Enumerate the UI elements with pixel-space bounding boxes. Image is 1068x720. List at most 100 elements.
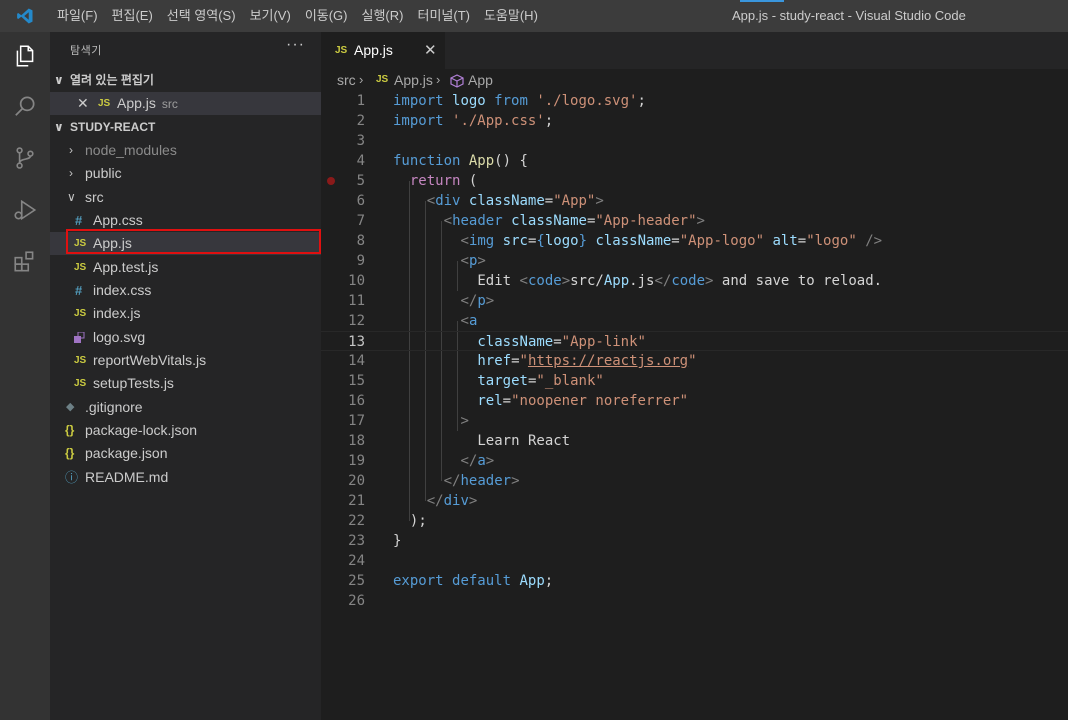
line-number: 18	[348, 433, 365, 449]
line-number: 2	[356, 113, 365, 129]
source-control-icon[interactable]	[0, 134, 50, 182]
code-text: </a>	[460, 453, 495, 469]
line-number: 9	[356, 253, 365, 269]
code-line[interactable]: 7 <header className="App-header">	[321, 211, 1068, 231]
code-text: <a	[460, 313, 478, 329]
js-file-icon: JS	[74, 262, 87, 273]
line-number: 8	[356, 233, 365, 249]
code-line[interactable]: 3	[321, 131, 1068, 151]
highlight-box	[66, 229, 321, 254]
code-line[interactable]: 1 import logo from './logo.svg';	[321, 91, 1068, 111]
breadcrumb-src[interactable]: src	[337, 69, 356, 91]
close-icon[interactable]: ✕	[77, 92, 89, 115]
open-editors-header[interactable]: ∨ 열려 있는 편집기	[50, 69, 321, 91]
code-line[interactable]: 19 </a>	[321, 451, 1068, 471]
code-line[interactable]: 25 export default App;	[321, 571, 1068, 591]
breadcrumb-symbol[interactable]: App	[468, 69, 493, 91]
breadcrumb-file[interactable]: App.js	[394, 69, 433, 91]
code-line[interactable]: 11 </p>	[321, 291, 1068, 311]
chevron-down-icon: ∨	[54, 73, 64, 87]
code-line[interactable]: 21 </div>	[321, 491, 1068, 511]
code-text: function App() {	[393, 153, 528, 169]
line-number: 6	[356, 193, 365, 209]
folder-public[interactable]: › public	[50, 162, 321, 185]
more-actions-icon[interactable]: ···	[286, 36, 305, 54]
code-line[interactable]: 2 import './App.css';	[321, 111, 1068, 131]
file-app-test-js[interactable]: JS App.test.js	[50, 256, 321, 279]
project-header[interactable]: ∨ STUDY-REACT	[50, 116, 321, 138]
code-line[interactable]: 22 );	[321, 511, 1068, 531]
code-text: target="_blank"	[477, 373, 604, 389]
code-line[interactable]: 14 href="https://reactjs.org"	[321, 351, 1068, 371]
chevron-down-icon: ∨	[67, 190, 76, 204]
activity-bar	[0, 32, 50, 720]
code-line[interactable]: 9 <p>	[321, 251, 1068, 271]
js-file-icon: JS	[74, 308, 87, 319]
code-line[interactable]: 8 <img src={logo} className="App-logo" a…	[321, 231, 1068, 251]
code-editor[interactable]: 1 import logo from './logo.svg'; 2 import '…	[321, 91, 1068, 720]
file-name: reportWebVitals.js	[93, 352, 207, 368]
file-index-css[interactable]: # index.css	[50, 279, 321, 302]
code-line[interactable]: 20 </header>	[321, 471, 1068, 491]
run-debug-icon[interactable]	[0, 186, 50, 234]
code-line[interactable]: 13 className="App-link"	[321, 331, 1068, 351]
menu-go[interactable]: 이동(G)	[298, 0, 355, 32]
code-line[interactable]: 12 <a	[321, 311, 1068, 331]
file-name: package.json	[85, 445, 168, 461]
tab-label: App.js	[354, 42, 393, 58]
file-index-js[interactable]: JS index.js	[50, 302, 321, 325]
menu-help[interactable]: 도움말(H)	[477, 0, 545, 32]
file-report-web-vitals-js[interactable]: JS reportWebVitals.js	[50, 349, 321, 372]
menu-edit[interactable]: 편집(E)	[105, 0, 160, 32]
file-logo-svg[interactable]: logo.svg	[50, 326, 321, 349]
code-line[interactable]: 17 >	[321, 411, 1068, 431]
folder-src[interactable]: ∨ src	[50, 186, 321, 209]
code-line[interactable]: 15 target="_blank"	[321, 371, 1068, 391]
file-setup-tests-js[interactable]: JS setupTests.js	[50, 372, 321, 395]
code-text: export default App;	[393, 573, 554, 589]
line-number: 25	[348, 573, 365, 589]
menu-file[interactable]: 파일(F)	[50, 0, 105, 32]
line-number: 17	[348, 413, 365, 429]
file-name: package-lock.json	[85, 422, 198, 438]
code-line[interactable]: 5 return (	[321, 171, 1068, 191]
search-icon[interactable]	[0, 82, 50, 130]
code-line[interactable]: 18 Learn React	[321, 431, 1068, 451]
json-file-icon: {}	[65, 446, 75, 460]
code-line[interactable]: 4 function App() {	[321, 151, 1068, 171]
file-gitignore[interactable]: ◆ .gitignore	[50, 396, 321, 419]
menu-run[interactable]: 실행(R)	[355, 0, 411, 32]
menu-selection[interactable]: 선택 영역(S)	[160, 0, 243, 32]
code-text: import logo from './logo.svg';	[393, 93, 646, 109]
open-editor-item[interactable]: ✕ JS App.js src	[50, 92, 321, 115]
folder-name: public	[85, 165, 122, 181]
js-file-icon: JS	[376, 74, 389, 85]
file-package-lock-json[interactable]: {} package-lock.json	[50, 419, 321, 442]
code-text: }	[393, 533, 402, 549]
explorer-icon[interactable]	[0, 32, 50, 80]
line-number: 13	[348, 334, 365, 350]
line-number: 23	[348, 533, 365, 549]
code-line[interactable]: 16 rel="noopener noreferrer"	[321, 391, 1068, 411]
editor-tab-bar: JS App.js ✕	[321, 32, 1068, 69]
code-line[interactable]: 10 Edit <code>src/App.js</code> and save…	[321, 271, 1068, 291]
file-readme-md[interactable]: ⓘ README.md	[50, 466, 321, 489]
menu-view[interactable]: 보기(V)	[243, 0, 298, 32]
code-text: className="App-link"	[477, 334, 646, 350]
file-name: index.js	[93, 305, 141, 321]
folder-node-modules[interactable]: › node_modules	[50, 139, 321, 162]
svg-file-icon	[74, 326, 85, 349]
menu-terminal[interactable]: 터미널(T)	[410, 0, 476, 32]
extensions-icon[interactable]	[0, 238, 50, 286]
line-number: 4	[356, 153, 365, 169]
code-line[interactable]: 26	[321, 591, 1068, 611]
code-line[interactable]: 6 <div className="App">	[321, 191, 1068, 211]
file-package-json[interactable]: {} package.json	[50, 442, 321, 465]
js-file-icon: JS	[74, 378, 87, 389]
chevron-right-icon: ›	[69, 166, 73, 180]
close-icon[interactable]: ✕	[424, 32, 437, 69]
tab-app-js[interactable]: JS App.js ✕	[321, 32, 445, 69]
code-line[interactable]: 24	[321, 551, 1068, 571]
js-file-icon: JS	[74, 355, 87, 366]
code-line[interactable]: 23}	[321, 531, 1068, 551]
